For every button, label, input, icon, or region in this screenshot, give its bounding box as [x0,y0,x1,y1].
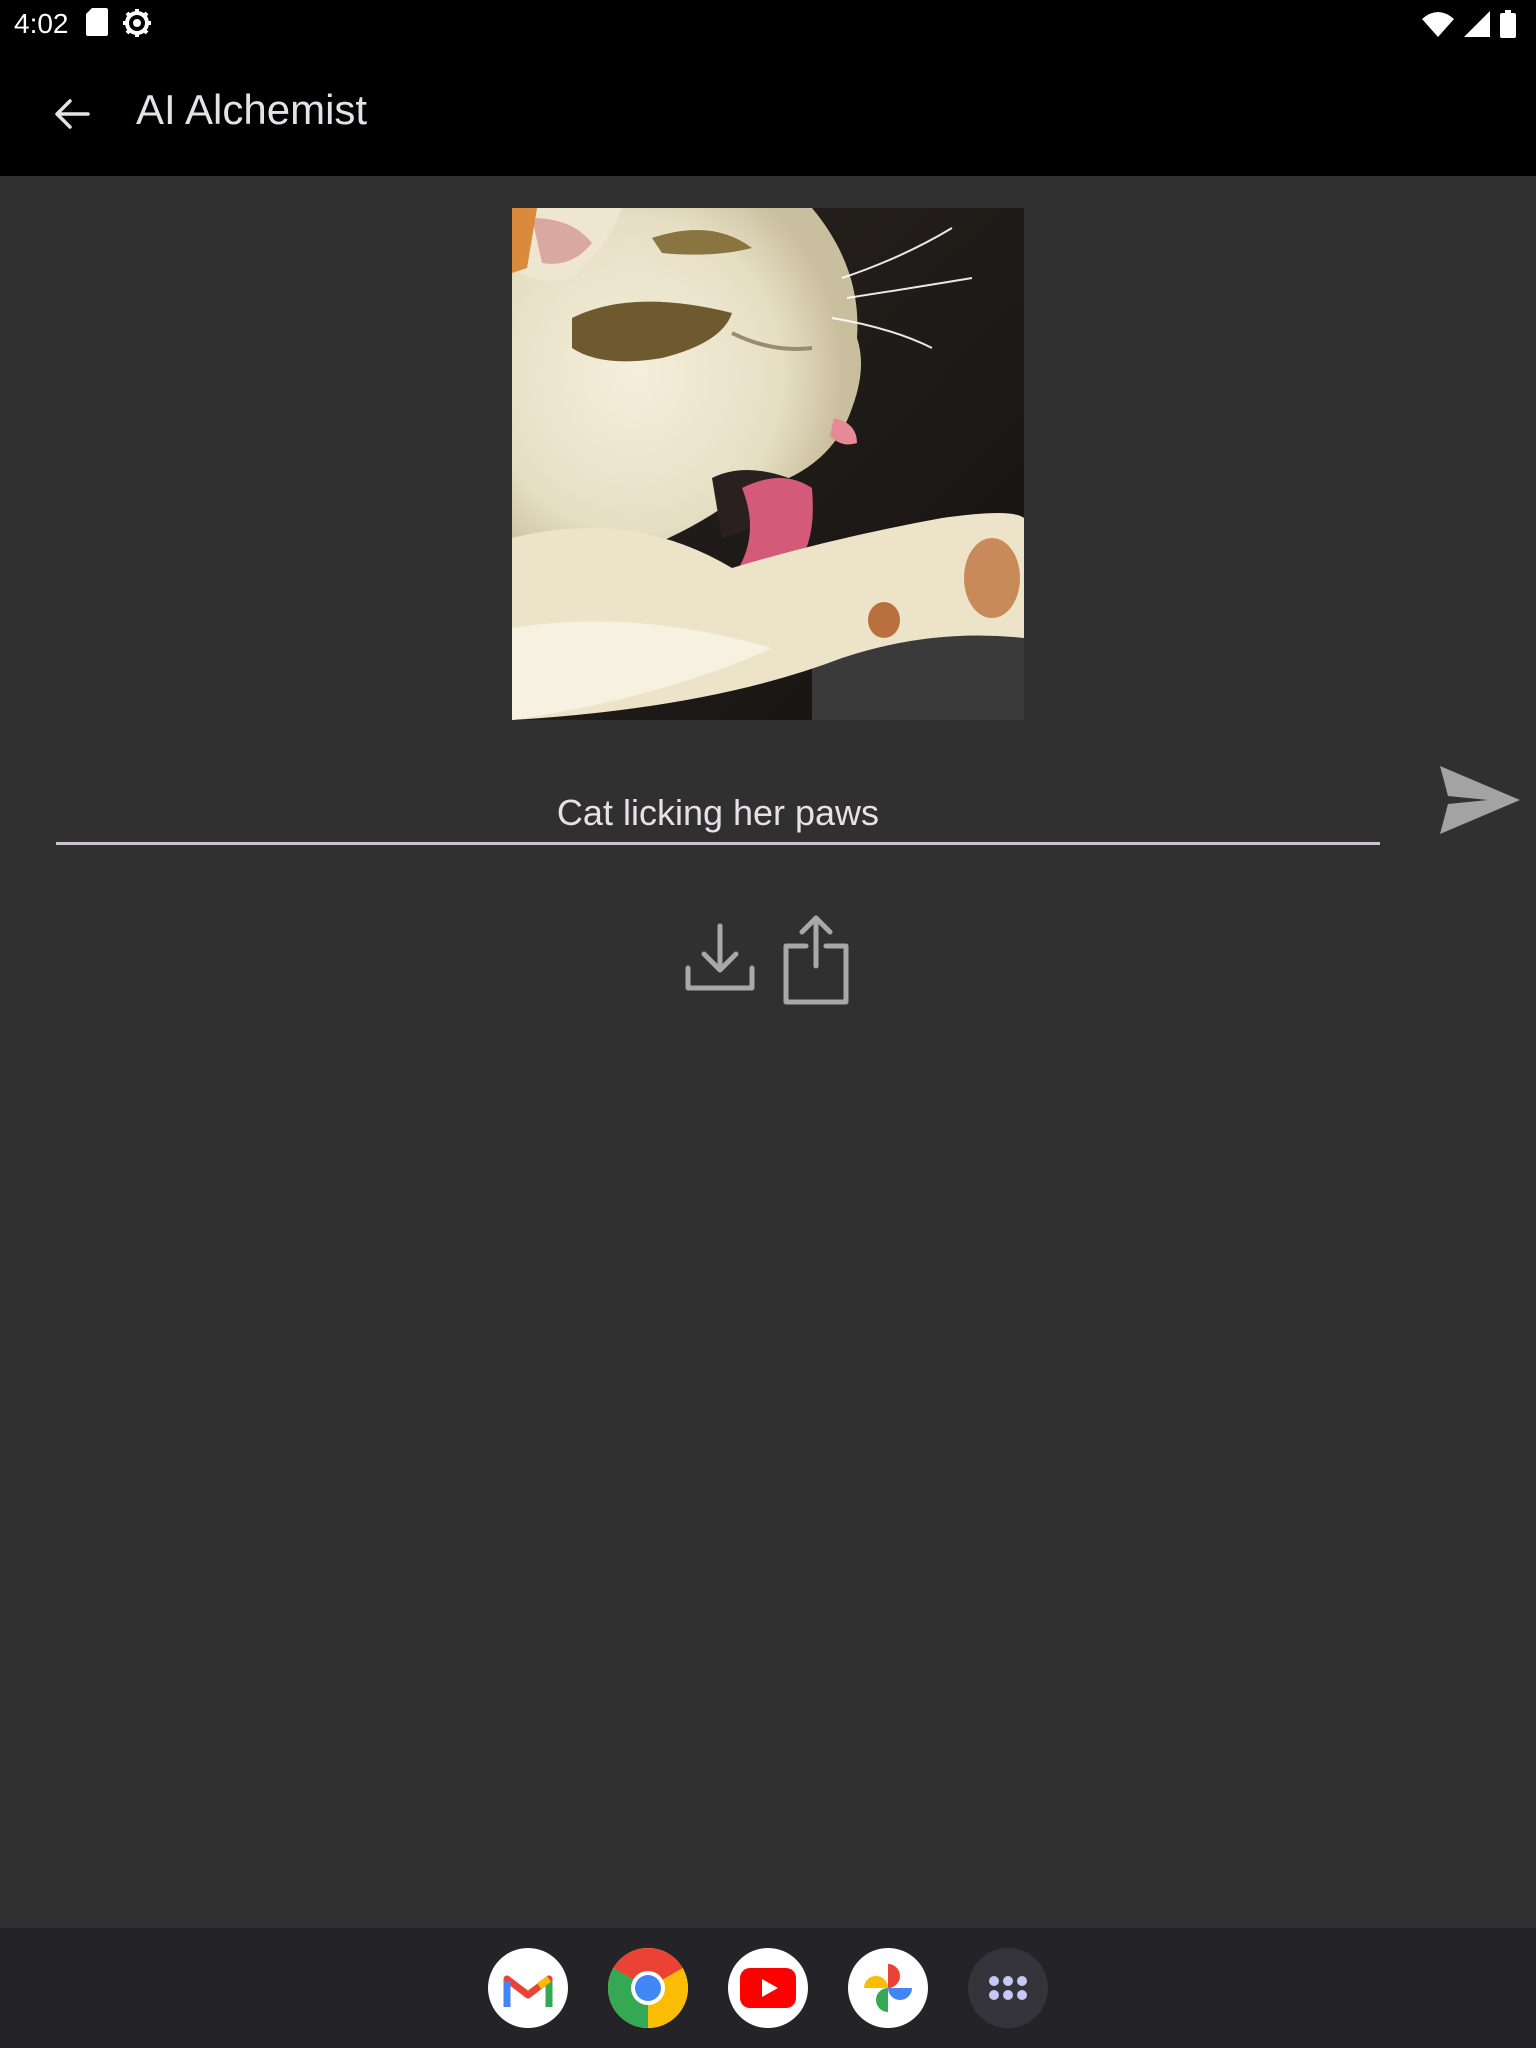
sd-card-icon [86,8,108,36]
app-drawer-icon [989,1976,1027,2000]
battery-icon [1500,10,1516,38]
arrow-back-icon [55,99,90,129]
download-button[interactable] [684,920,756,996]
download-icon [685,923,755,991]
chrome-app[interactable] [608,1948,688,2028]
prompt-input-value: Cat licking her paws [556,792,880,833]
chrome-icon [608,1948,688,2028]
photos-app[interactable] [848,1948,928,2028]
youtube-icon [740,1968,796,2008]
app-bar: AI Alchemist [0,48,1536,176]
send-button[interactable] [1436,762,1524,838]
app-title: AI Alchemist [136,86,368,133]
settings-icon [123,9,151,37]
app-drawer-button[interactable] [968,1948,1048,2028]
generated-cat-image [512,208,1024,720]
signal-icon [1464,11,1490,37]
gmail-icon [503,1975,553,2007]
back-button[interactable] [40,90,104,138]
share-icon [783,915,849,1005]
status-time: 4:02 [14,8,69,39]
share-button[interactable] [780,912,852,1006]
photos-icon [864,1964,912,2012]
status-bar: 4:02 [0,0,1536,48]
youtube-app[interactable] [728,1948,808,2028]
gmail-app[interactable] [488,1948,568,2028]
dock [0,1928,1536,2048]
prompt-input[interactable]: Cat licking her paws [56,770,1380,845]
send-icon [1440,766,1520,834]
wifi-icon [1422,12,1454,37]
